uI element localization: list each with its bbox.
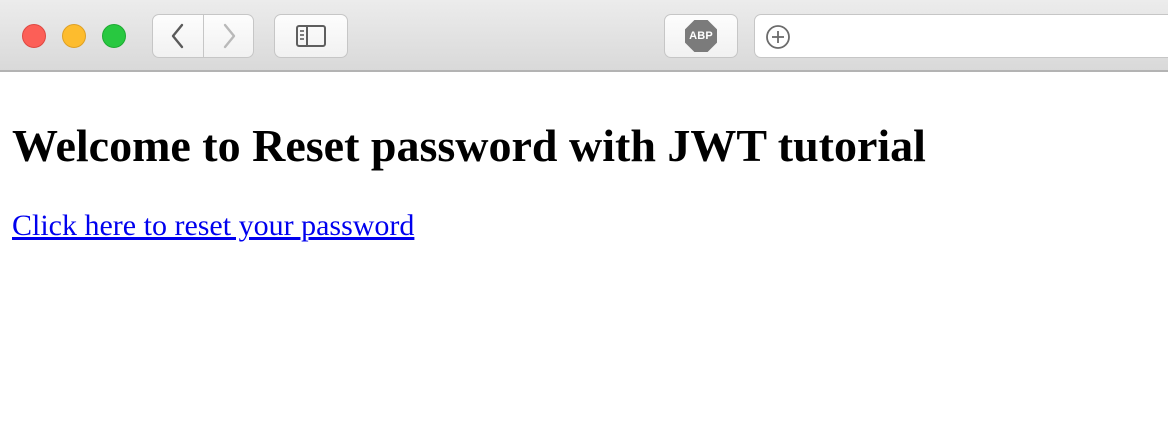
zoom-window-button[interactable]	[102, 24, 126, 48]
close-window-button[interactable]	[22, 24, 46, 48]
address-bar[interactable]	[754, 14, 1168, 58]
browser-toolbar: ABP	[0, 0, 1168, 72]
chevron-left-icon	[171, 23, 184, 49]
minimize-window-button[interactable]	[62, 24, 86, 48]
forward-button[interactable]	[204, 14, 254, 58]
back-button[interactable]	[152, 14, 204, 58]
chevron-right-icon	[223, 23, 235, 49]
page-heading: Welcome to Reset password with JWT tutor…	[12, 120, 926, 171]
reset-password-link[interactable]: Click here to reset your password	[12, 208, 414, 244]
plus-circle-icon[interactable]	[765, 24, 791, 50]
page-content: Welcome to Reset password with JWT tutor…	[0, 118, 1168, 244]
adblock-button[interactable]: ABP	[664, 14, 738, 58]
adblock-icon: ABP	[685, 20, 717, 52]
adblock-label: ABP	[689, 30, 713, 42]
sidebar-icon	[296, 25, 326, 47]
sidebar-toggle-button[interactable]	[274, 14, 348, 58]
